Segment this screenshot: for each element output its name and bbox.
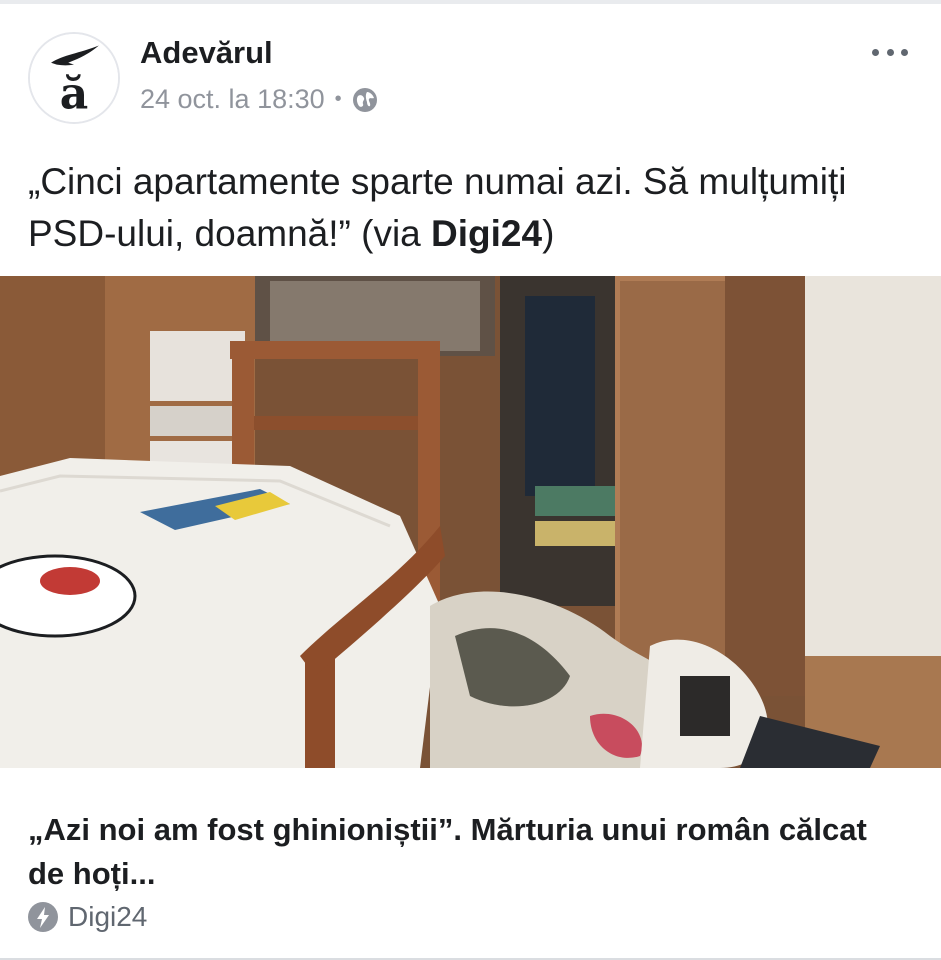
link-title[interactable]: „Azi noi am fost ghinioniștii”. Mărturia… [28,808,908,896]
post-timestamp[interactable]: 24 oct. la 18:30 [140,84,325,115]
link-preview[interactable]: „Azi noi am fost ghinioniștii”. Mărturia… [0,768,941,960]
svg-text:ă: ă [60,69,89,120]
adevarul-logo-icon: ă [30,34,118,122]
top-divider [0,0,941,4]
page-avatar[interactable]: ă [28,32,120,124]
globe-icon[interactable] [352,87,378,113]
post-text: „Cinci apartamente sparte numai azi. Să … [28,156,908,260]
post-text-end: ) [542,213,555,254]
instant-article-bolt-icon [28,902,58,932]
link-source: Digi24 [28,901,147,933]
page-name[interactable]: Adevărul [140,35,273,71]
post-text-source-link[interactable]: Digi24 [431,213,542,254]
meta-separator: • [334,88,342,110]
more-options-icon[interactable] [866,34,914,70]
post-photo[interactable] [0,276,941,768]
link-source-label: Digi24 [68,901,148,932]
post-meta: 24 oct. la 18:30 • [140,84,378,115]
